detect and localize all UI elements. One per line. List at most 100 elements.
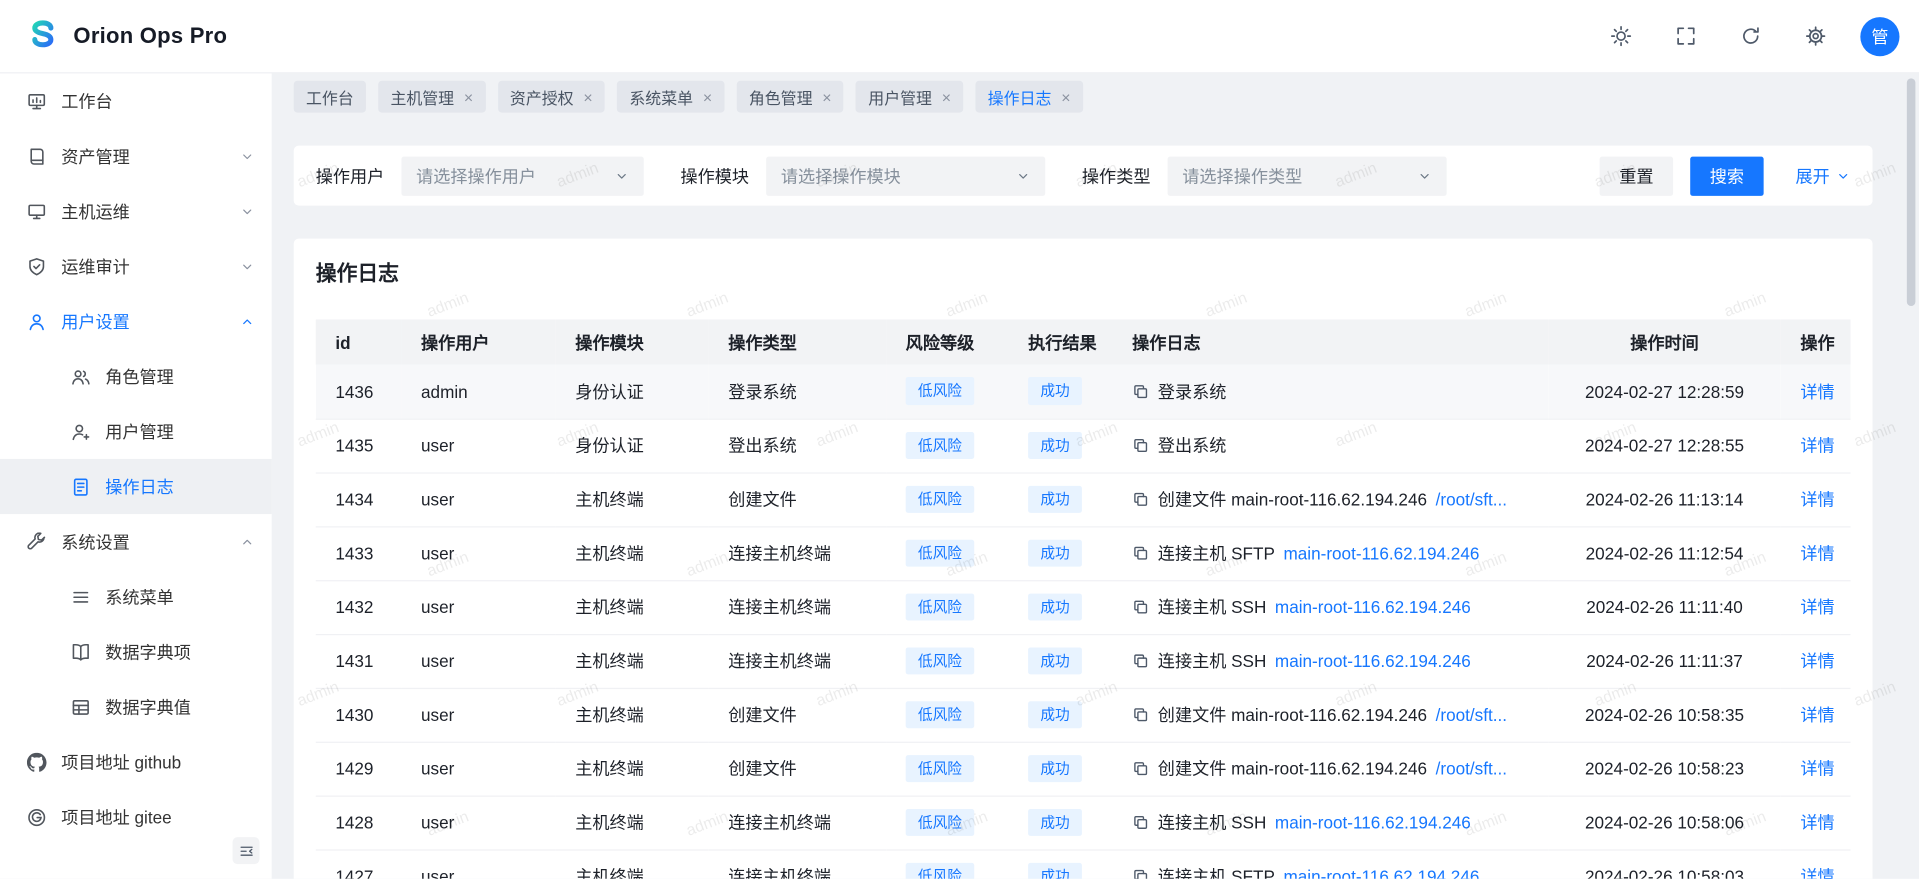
theme-toggle-button[interactable] — [1611, 26, 1632, 47]
tab-operation-log[interactable]: 操作日志× — [976, 81, 1083, 113]
sidebar-item-workbench[interactable]: 工作台 — [0, 73, 272, 128]
filter-label: 操作模块 — [680, 163, 749, 187]
sidebar-item-project-github[interactable]: 项目地址 github — [0, 734, 272, 789]
time-cell: 2024-02-26 11:12:54 — [1548, 526, 1781, 580]
close-icon[interactable]: × — [583, 89, 592, 105]
user-cell: user — [401, 472, 555, 526]
sidebar-item-role-management[interactable]: 角色管理 — [0, 349, 272, 404]
chevron-down-icon — [1016, 168, 1031, 183]
close-icon[interactable]: × — [464, 89, 473, 105]
tab-workbench[interactable]: 工作台 — [294, 81, 366, 113]
type-cell: 登录系统 — [709, 365, 886, 419]
filter-label: 操作用户 — [316, 163, 385, 187]
op-user-select[interactable]: 请选择操作用户 — [401, 156, 643, 195]
copy-icon[interactable] — [1132, 545, 1149, 562]
dict-item-icon — [71, 642, 91, 662]
sidebar-item-project-gitee[interactable]: 项目地址 gitee — [0, 789, 272, 844]
detail-link[interactable]: 详情 — [1800, 867, 1834, 879]
risk-badge: 低风险 — [906, 701, 975, 729]
log-link[interactable]: /root/sft... — [1436, 490, 1507, 510]
risk-badge: 低风险 — [906, 539, 975, 567]
copy-icon[interactable] — [1132, 383, 1149, 400]
log-cell: 登出系统 — [1113, 419, 1549, 473]
module-cell: 主机终端 — [556, 634, 709, 688]
tab-role-management[interactable]: 角色管理 × — [737, 81, 844, 113]
column-header: 操作时间 — [1548, 319, 1781, 364]
detail-link[interactable]: 详情 — [1800, 436, 1834, 456]
result-badge: 成功 — [1028, 701, 1082, 729]
sidebar-collapse-button[interactable] — [233, 838, 260, 865]
copy-icon[interactable] — [1132, 814, 1149, 831]
op-module-select[interactable]: 请选择操作模块 — [766, 156, 1045, 195]
action-cell: 详情 — [1781, 796, 1851, 850]
expand-toggle[interactable]: 展开 — [1795, 163, 1850, 187]
detail-link[interactable]: 详情 — [1800, 759, 1834, 779]
detail-link[interactable]: 详情 — [1800, 543, 1834, 563]
close-icon[interactable]: × — [942, 89, 951, 105]
log-link[interactable]: main-root-116.62.194.246 — [1283, 543, 1479, 563]
column-header: 操作类型 — [709, 319, 886, 364]
user-avatar[interactable]: 管 — [1860, 17, 1899, 56]
column-header: 操作日志 — [1113, 319, 1549, 364]
risk-cell: 低风险 — [886, 580, 1008, 634]
sidebar-item-system-menu[interactable]: 系统菜单 — [0, 569, 272, 624]
fullscreen-button[interactable] — [1676, 26, 1697, 47]
result-badge: 成功 — [1028, 647, 1082, 675]
copy-icon[interactable] — [1132, 491, 1149, 508]
log-link[interactable]: main-root-116.62.194.246 — [1275, 597, 1471, 617]
tab-label: 角色管理 — [749, 85, 813, 108]
sidebar: 工作台资产管理主机运维运维审计用户设置角色管理用户管理操作日志系统设置系统菜单数… — [0, 73, 272, 879]
sidebar-item-ops-audit[interactable]: 运维审计 — [0, 239, 272, 294]
log-link[interactable]: main-root-116.62.194.246 — [1275, 813, 1471, 833]
close-icon[interactable]: × — [1061, 89, 1070, 105]
user-cell: user — [401, 634, 555, 688]
scrollbar[interactable] — [1907, 78, 1916, 306]
close-icon[interactable]: × — [703, 89, 712, 105]
log-link[interactable]: main-root-116.62.194.246 — [1275, 651, 1471, 671]
detail-link[interactable]: 详情 — [1800, 813, 1834, 833]
search-button[interactable]: 搜索 — [1690, 156, 1763, 195]
table-header-row: id操作用户操作模块操作类型风险等级执行结果操作日志操作时间操作 — [316, 319, 1851, 364]
chevron-up-icon — [240, 314, 255, 329]
tab-label: 资产授权 — [510, 85, 574, 108]
risk-cell: 低风险 — [886, 526, 1008, 580]
detail-link[interactable]: 详情 — [1800, 382, 1834, 402]
risk-cell: 低风险 — [886, 742, 1008, 796]
refresh-button[interactable] — [1740, 26, 1761, 47]
app-logo[interactable]: Orion Ops Pro — [24, 18, 227, 55]
settings-button[interactable] — [1805, 26, 1826, 47]
sidebar-item-dict-value[interactable]: 数据字典值 — [0, 679, 272, 734]
detail-link[interactable]: 详情 — [1800, 490, 1834, 510]
sidebar-item-user-management[interactable]: 用户管理 — [0, 404, 272, 459]
sidebar-item-dict-item[interactable]: 数据字典项 — [0, 624, 272, 679]
detail-link[interactable]: 详情 — [1800, 705, 1834, 725]
sidebar-item-host-ops[interactable]: 主机运维 — [0, 184, 272, 239]
log-link[interactable]: /root/sft... — [1436, 705, 1507, 725]
op-type-select[interactable]: 请选择操作类型 — [1168, 156, 1447, 195]
sidebar-item-asset-management[interactable]: 资产管理 — [0, 129, 272, 184]
sidebar-item-user-settings[interactable]: 用户设置 — [0, 294, 272, 349]
copy-icon[interactable] — [1132, 760, 1149, 777]
copy-icon[interactable] — [1132, 437, 1149, 454]
action-cell: 详情 — [1781, 634, 1851, 688]
log-link[interactable]: main-root-116.62.194.246 — [1283, 867, 1479, 879]
risk-cell: 低风险 — [886, 688, 1008, 742]
tab-host-management[interactable]: 主机管理× — [378, 81, 485, 113]
detail-link[interactable]: 详情 — [1800, 651, 1834, 671]
copy-icon[interactable] — [1132, 868, 1149, 879]
copy-icon[interactable] — [1132, 652, 1149, 669]
log-link[interactable]: /root/sft... — [1436, 759, 1507, 779]
sidebar-item-operation-log[interactable]: 操作日志 — [0, 459, 272, 514]
action-cell: 详情 — [1781, 526, 1851, 580]
copy-icon[interactable] — [1132, 706, 1149, 723]
filter-fields: 操作用户请选择操作用户操作模块请选择操作模块操作类型请选择操作类型 — [316, 156, 1447, 195]
tab-system-menu[interactable]: 系统菜单× — [617, 81, 724, 113]
close-icon[interactable]: × — [822, 89, 831, 105]
result-cell: 成功 — [1008, 419, 1112, 473]
reset-button[interactable]: 重置 — [1600, 156, 1673, 195]
tab-asset-grant[interactable]: 资产授权 × — [498, 81, 605, 113]
copy-icon[interactable] — [1132, 598, 1149, 615]
sidebar-item-system-settings[interactable]: 系统设置 — [0, 514, 272, 569]
detail-link[interactable]: 详情 — [1800, 597, 1834, 617]
tab-user-management[interactable]: 用户管理× — [856, 81, 963, 113]
